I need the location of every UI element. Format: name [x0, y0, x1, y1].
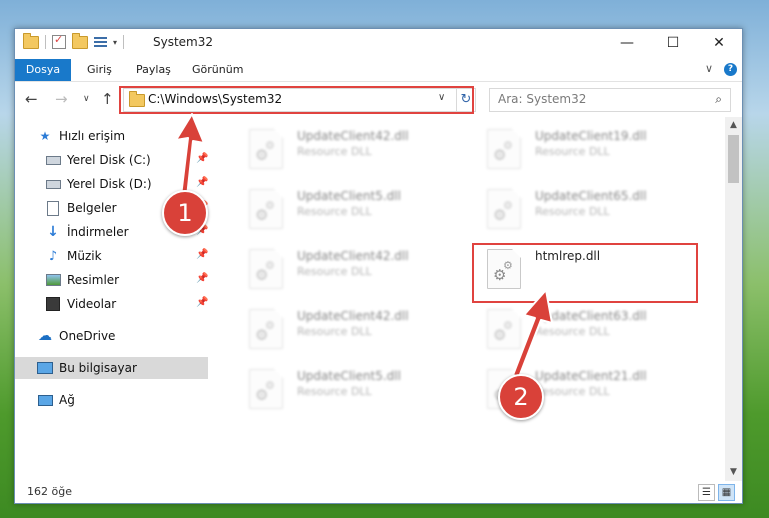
step-2-badge: 2: [498, 374, 544, 420]
arrow-to-address: [175, 113, 205, 198]
step-1-badge: 1: [162, 190, 208, 236]
arrow-to-file: [512, 289, 553, 378]
annotation-arrows: [175, 113, 553, 378]
